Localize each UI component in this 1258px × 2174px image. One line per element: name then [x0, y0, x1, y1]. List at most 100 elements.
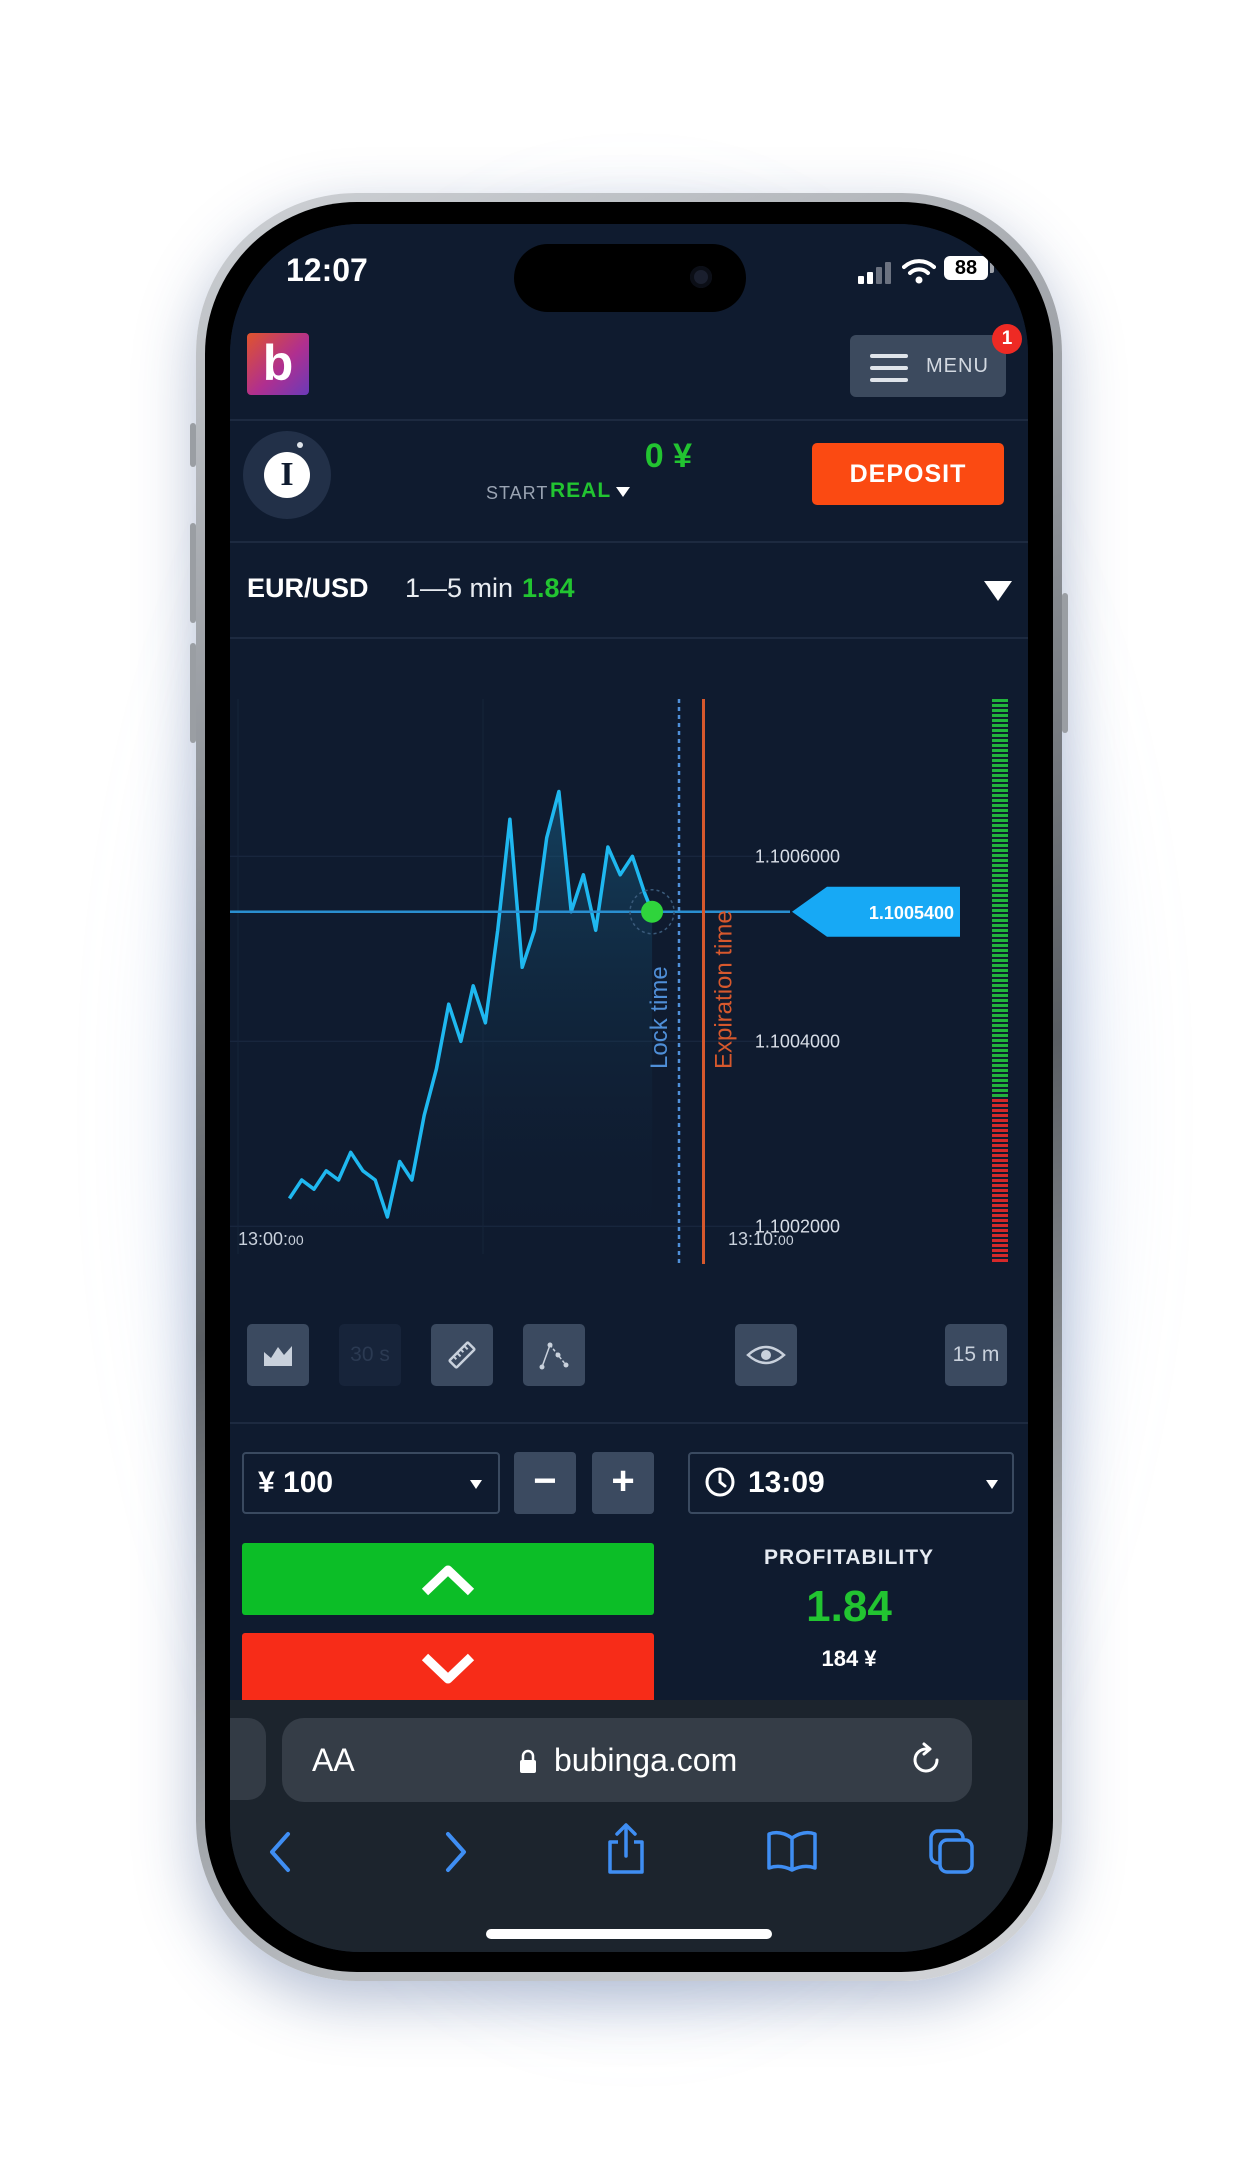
caret-down-icon[interactable] [616, 487, 630, 497]
sentiment-bar-segment [992, 849, 1008, 852]
previous-tab-preview[interactable] [230, 1718, 266, 1800]
sentiment-bar-segment [992, 969, 1008, 972]
sentiment-bar-segment [992, 1049, 1008, 1052]
sentiment-bar-segment [992, 714, 1008, 717]
sentiment-bar-segment [992, 1144, 1008, 1147]
reload-icon[interactable] [910, 1742, 944, 1778]
profile-avatar[interactable]: I [264, 452, 310, 498]
amount-value: ¥ 100 [258, 1466, 334, 1499]
sentiment-bar-segment [992, 1134, 1008, 1137]
chart-type-button[interactable] [247, 1324, 309, 1386]
sentiment-bar-segment [992, 1189, 1008, 1192]
cellular-signal-icon [858, 262, 891, 284]
put-down-button[interactable] [242, 1633, 654, 1707]
bookmarks-icon[interactable] [766, 1830, 818, 1872]
sentiment-bar-segment [992, 1124, 1008, 1127]
sentiment-bar-segment [992, 1094, 1008, 1097]
sentiment-bar-segment [992, 1054, 1008, 1057]
home-indicator[interactable] [486, 1929, 772, 1939]
sentiment-bar-segment [992, 1039, 1008, 1042]
drawing-tools-button[interactable] [523, 1324, 585, 1386]
text-size-button[interactable]: AA [312, 1742, 355, 1779]
sentiment-bar-segment [992, 1119, 1008, 1122]
sentiment-bar-segment [992, 1204, 1008, 1207]
amount-increase-button[interactable]: + [592, 1452, 654, 1514]
sentiment-bar-segment [992, 1029, 1008, 1032]
level-dot [297, 442, 303, 448]
amount-decrease-button[interactable]: − [514, 1452, 576, 1514]
expiration-select[interactable]: 13:09 [688, 1452, 1014, 1514]
sentiment-bar-segment [992, 1164, 1008, 1167]
sentiment-bar-segment [992, 974, 1008, 977]
battery-icon: 88 [944, 256, 988, 280]
forward-icon[interactable] [440, 1830, 470, 1874]
sentiment-bar-segment [992, 1109, 1008, 1112]
amount-select[interactable]: ¥ 100 [242, 1452, 500, 1514]
sentiment-bar-segment [992, 1069, 1008, 1072]
sentiment-bar-segment [992, 1199, 1008, 1202]
sentiment-bar-segment [992, 904, 1008, 907]
address-bar[interactable]: AA bubinga.com [282, 1718, 972, 1802]
sentiment-bar-segment [992, 754, 1008, 757]
sentiment-bar-segment [992, 864, 1008, 867]
wifi-icon [902, 259, 936, 284]
ruler-icon [448, 1341, 476, 1369]
sentiment-bar-segment [992, 899, 1008, 902]
sentiment-bar-segment [992, 794, 1008, 797]
deposit-button[interactable]: DEPOSIT [812, 443, 1004, 505]
sentiment-bar-segment [992, 1184, 1008, 1187]
app-header: b MENU 1 [230, 319, 1028, 421]
share-icon[interactable] [604, 1822, 648, 1876]
sentiment-bar-segment [992, 1024, 1008, 1027]
sentiment-bar-segment [992, 744, 1008, 747]
x-tick-label: 13:00:00 [238, 1229, 304, 1249]
menu-button[interactable]: MENU [850, 335, 1006, 397]
sentiment-bar-segment [992, 1099, 1008, 1102]
sentiment-bar-segment [992, 964, 1008, 967]
visibility-button[interactable] [735, 1324, 797, 1386]
sentiment-bar-segment [992, 1219, 1008, 1222]
sentiment-bar-segment [992, 889, 1008, 892]
sentiment-bar-segment [992, 749, 1008, 752]
call-up-button[interactable] [242, 1543, 654, 1615]
expiration-value: 13:09 [748, 1466, 825, 1499]
sentiment-bar-segment [992, 704, 1008, 707]
lock-time-label: Lock time [646, 966, 673, 1069]
asset-selector[interactable]: EUR/USD 1—5 min 1.84 [230, 543, 1028, 639]
sentiment-bar-segment [992, 959, 1008, 962]
x-tick-label: 13:10:00 [728, 1229, 794, 1249]
sentiment-bar-segment [992, 819, 1008, 822]
interval-button[interactable]: 15 m [945, 1324, 1007, 1386]
sentiment-bar-segment [992, 1174, 1008, 1177]
caret-down-icon[interactable] [984, 581, 1012, 601]
ruler-button[interactable] [431, 1324, 493, 1386]
sentiment-bar-segment [992, 699, 1008, 702]
chevron-down-icon [421, 1653, 475, 1684]
sentiment-bar-segment [992, 709, 1008, 712]
price-chart[interactable]: 1.1006000 1.1004000 1.1002000 Lock time Expi… [230, 639, 1028, 1279]
sentiment-bar-segment [992, 779, 1008, 782]
sentiment-bar-segment [992, 1244, 1008, 1247]
sentiment-bar-segment [992, 729, 1008, 732]
sentiment-bar-segment [992, 874, 1008, 877]
current-point-marker [641, 900, 664, 923]
price-chart-svg[interactable]: 1.10060001.10040001.1002000Lock time Expi… [230, 639, 1028, 1279]
sentiment-bar-segment [992, 879, 1008, 882]
back-icon[interactable] [266, 1830, 296, 1874]
sentiment-bar-segment [992, 739, 1008, 742]
asset-duration: 1—5 min [405, 573, 514, 603]
sentiment-bar-segment [992, 1004, 1008, 1007]
lock-icon [520, 1749, 536, 1773]
sentiment-bar-segment [992, 1169, 1008, 1172]
sentiment-bar-segment [992, 1149, 1008, 1152]
sentiment-bar-segment [992, 769, 1008, 772]
sentiment-bar-segment [992, 829, 1008, 832]
account-mode-selector[interactable]: REAL [550, 479, 611, 503]
tabs-icon[interactable] [928, 1828, 976, 1876]
sentiment-bar-segment [992, 834, 1008, 837]
sentiment-bar-segment [992, 924, 1008, 927]
sentiment-bar-segment [992, 1214, 1008, 1217]
sentiment-bar-segment [992, 1019, 1008, 1022]
sentiment-bar-segment [992, 939, 1008, 942]
bubinga-logo[interactable]: b [247, 333, 309, 395]
